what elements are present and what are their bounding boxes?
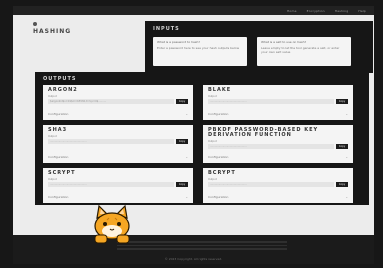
copy-button[interactable]: Copy bbox=[176, 99, 188, 104]
chevron-down-icon: ⌄ bbox=[185, 195, 188, 199]
config-label: Configuration bbox=[48, 112, 69, 116]
card-title: SCRYPT bbox=[48, 170, 76, 176]
page: Home Encryption Hashing Help HASHING INP… bbox=[13, 6, 374, 264]
card-sublabel: Output bbox=[48, 95, 57, 98]
card-sublabel: Output bbox=[208, 140, 217, 143]
config-label: Configuration bbox=[208, 112, 229, 116]
hash-output-field[interactable]: $argon2id$v=19$m=65536,t=3,p=4$.........… bbox=[48, 99, 174, 104]
password-value: Enter a password here to see your hash o… bbox=[157, 46, 240, 50]
chevron-down-icon: ⌄ bbox=[345, 195, 348, 199]
nav-link-encryption[interactable]: Encryption bbox=[307, 9, 325, 13]
outputs-title: OUTPUTS bbox=[43, 76, 77, 82]
hash-output-field[interactable]: ........................................… bbox=[48, 182, 174, 187]
card-title: SHA3 bbox=[48, 127, 68, 133]
footer-links bbox=[117, 241, 287, 252]
output-card-sha3: SHA3 Output ............................… bbox=[43, 125, 193, 163]
output-card-blake: BLAKE Output ...........................… bbox=[203, 85, 353, 120]
hash-output-field[interactable]: ........................................… bbox=[208, 99, 334, 104]
password-label: What is a password to hash? bbox=[157, 40, 200, 44]
nav-link-help[interactable]: Help bbox=[358, 9, 366, 13]
output-card-argon2: ARGON2 Output $argon2id$v=19$m=65536,t=3… bbox=[43, 85, 193, 120]
hash-output-field[interactable]: ........................................… bbox=[208, 182, 334, 187]
card-sublabel: Output bbox=[208, 178, 217, 181]
config-toggle[interactable]: Configuration ⌄ bbox=[48, 195, 188, 199]
card-title: PBKDF PASSWORD-BASED KEY DERIVATION FUNC… bbox=[208, 127, 319, 138]
copy-button[interactable]: Copy bbox=[336, 182, 348, 187]
brand[interactable]: HASHING bbox=[33, 22, 71, 35]
card-title: BLAKE bbox=[208, 87, 232, 93]
config-toggle[interactable]: Configuration ⌄ bbox=[208, 155, 348, 159]
copy-button[interactable]: Copy bbox=[176, 139, 188, 144]
dot-icon bbox=[33, 22, 37, 26]
copy-button[interactable]: Copy bbox=[336, 144, 348, 149]
config-toggle[interactable]: Configuration ⌄ bbox=[208, 195, 348, 199]
top-nav: Home Encryption Hashing Help bbox=[13, 6, 374, 15]
salt-value: Leave empty to let the tool generate a s… bbox=[261, 46, 340, 54]
hash-output-field[interactable]: ........................................… bbox=[48, 139, 174, 144]
salt-label: What is a salt to use on hash? bbox=[261, 40, 307, 44]
config-toggle[interactable]: Configuration ⌄ bbox=[48, 112, 188, 116]
config-toggle[interactable]: Configuration ⌄ bbox=[48, 155, 188, 159]
output-card-bcrypt: BCRYPT Output ..........................… bbox=[203, 168, 353, 203]
card-title: BCRYPT bbox=[208, 170, 236, 176]
card-sublabel: Output bbox=[208, 95, 217, 98]
footer-copyright: © 2023 Copyright. All rights reserved. bbox=[164, 257, 223, 261]
config-label: Configuration bbox=[48, 155, 69, 159]
card-sublabel: Output bbox=[48, 178, 57, 181]
config-label: Configuration bbox=[208, 155, 229, 159]
outputs-panel: OUTPUTS ARGON2 Output $argon2id$v=19$m=6… bbox=[35, 72, 369, 205]
password-input[interactable]: What is a password to hash? Enter a pass… bbox=[153, 37, 247, 66]
nav-link-home[interactable]: Home bbox=[287, 9, 297, 13]
copy-button[interactable]: Copy bbox=[176, 182, 188, 187]
chevron-down-icon: ⌄ bbox=[185, 112, 188, 116]
hash-output-field[interactable]: ........................................… bbox=[208, 144, 334, 149]
config-toggle[interactable]: Configuration ⌄ bbox=[208, 112, 348, 116]
nav-link-hashing[interactable]: Hashing bbox=[335, 9, 349, 13]
output-card-scrypt: SCRYPT Output ..........................… bbox=[43, 168, 193, 203]
inputs-title: INPUTS bbox=[153, 26, 180, 32]
salt-input[interactable]: What is a salt to use on hash? Leave emp… bbox=[257, 37, 351, 66]
inputs-panel: INPUTS What is a password to hash? Enter… bbox=[145, 21, 373, 73]
config-label: Configuration bbox=[208, 195, 229, 199]
chevron-down-icon: ⌄ bbox=[345, 112, 348, 116]
copy-button[interactable]: Copy bbox=[336, 99, 348, 104]
card-title: ARGON2 bbox=[48, 87, 78, 93]
cat-mascot-icon bbox=[94, 204, 130, 244]
chevron-down-icon: ⌄ bbox=[185, 155, 188, 159]
footer: © 2023 Copyright. All rights reserved. bbox=[13, 235, 374, 264]
card-sublabel: Output bbox=[48, 135, 57, 138]
config-label: Configuration bbox=[48, 195, 69, 199]
chevron-down-icon: ⌄ bbox=[345, 155, 348, 159]
output-card-pbkdf: PBKDF PASSWORD-BASED KEY DERIVATION FUNC… bbox=[203, 125, 353, 163]
page-title: HASHING bbox=[33, 28, 72, 35]
